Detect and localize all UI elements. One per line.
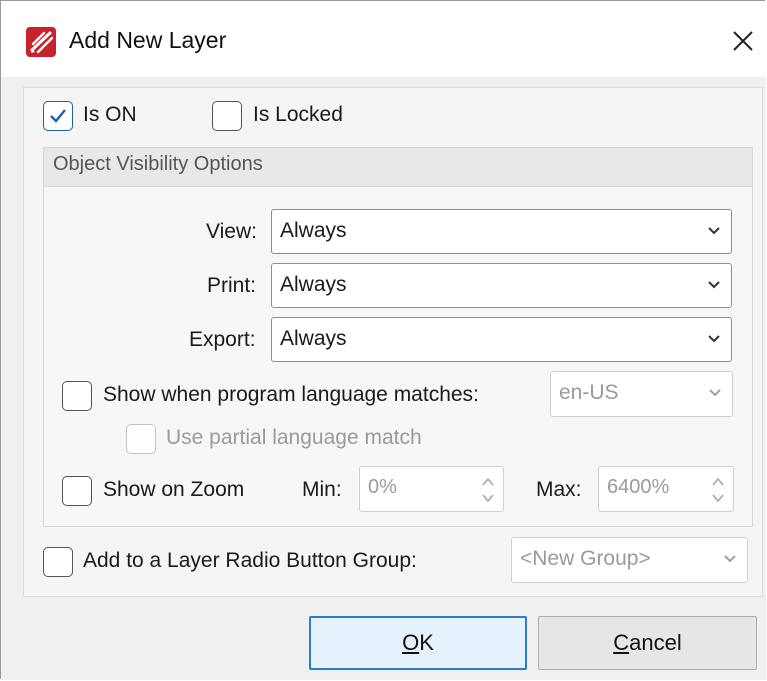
- ok-label: K: [419, 630, 434, 655]
- spin-arrows-icon[interactable]: [481, 473, 495, 507]
- add-new-layer-dialog: Add New Layer Is ON Is Locked Object Vis…: [0, 0, 766, 680]
- close-icon: [733, 31, 753, 51]
- show-on-zoom-checkbox[interactable]: [62, 476, 92, 506]
- export-label: Export:: [189, 328, 256, 351]
- print-value: Always: [280, 273, 347, 296]
- chevron-down-icon: [708, 227, 720, 235]
- language-select[interactable]: en-US: [550, 371, 733, 417]
- show-on-zoom-label: Show on Zoom: [103, 478, 245, 501]
- cancel-mnemonic: C: [613, 630, 630, 655]
- is-on-checkbox[interactable]: [43, 101, 73, 131]
- view-label: View:: [206, 220, 257, 243]
- spin-arrows-icon[interactable]: [711, 473, 725, 507]
- partial-language-label: Use partial language match: [166, 426, 422, 449]
- radio-group-select[interactable]: <New Group>: [511, 537, 748, 583]
- zoom-min-value: 0%: [368, 476, 397, 498]
- is-locked-checkbox[interactable]: [212, 101, 242, 131]
- ok-mnemonic: O: [402, 630, 420, 655]
- chevron-down-icon: [709, 389, 721, 397]
- is-locked-label: Is Locked: [253, 103, 343, 126]
- print-select[interactable]: Always: [271, 263, 732, 308]
- title-bar: Add New Layer: [1, 1, 766, 77]
- ok-button[interactable]: OK: [309, 616, 527, 670]
- cancel-button[interactable]: Cancel: [538, 616, 757, 670]
- chevron-down-icon: [724, 555, 736, 563]
- is-on-label: Is ON: [83, 103, 137, 126]
- pdf-editor-logo-icon: [26, 27, 56, 57]
- close-button[interactable]: [725, 23, 761, 59]
- checkmark-icon: [50, 109, 66, 123]
- view-select[interactable]: Always: [271, 209, 732, 254]
- cancel-label: ancel: [629, 630, 682, 655]
- zoom-max-stepper[interactable]: 6400%: [598, 466, 734, 512]
- radio-group-value: <New Group>: [520, 547, 651, 570]
- export-value: Always: [280, 327, 347, 350]
- partial-language-checkbox[interactable]: [126, 424, 156, 454]
- group-title: Object Visibility Options: [53, 153, 263, 175]
- language-match-checkbox[interactable]: [62, 381, 92, 411]
- print-label: Print:: [207, 274, 257, 297]
- language-match-label: Show when program language matches:: [103, 383, 479, 406]
- radio-group-label: Add to a Layer Radio Button Group:: [83, 549, 417, 572]
- radio-group-checkbox[interactable]: [43, 547, 73, 577]
- chevron-down-icon: [708, 281, 720, 289]
- view-value: Always: [280, 219, 347, 242]
- zoom-min-label: Min:: [302, 478, 342, 501]
- zoom-min-stepper[interactable]: 0%: [359, 466, 504, 512]
- dialog-title: Add New Layer: [69, 27, 227, 53]
- zoom-max-value: 6400%: [607, 476, 670, 498]
- language-value: en-US: [559, 381, 619, 404]
- chevron-down-icon: [708, 335, 720, 343]
- zoom-max-label: Max:: [536, 478, 582, 501]
- export-select[interactable]: Always: [271, 317, 732, 362]
